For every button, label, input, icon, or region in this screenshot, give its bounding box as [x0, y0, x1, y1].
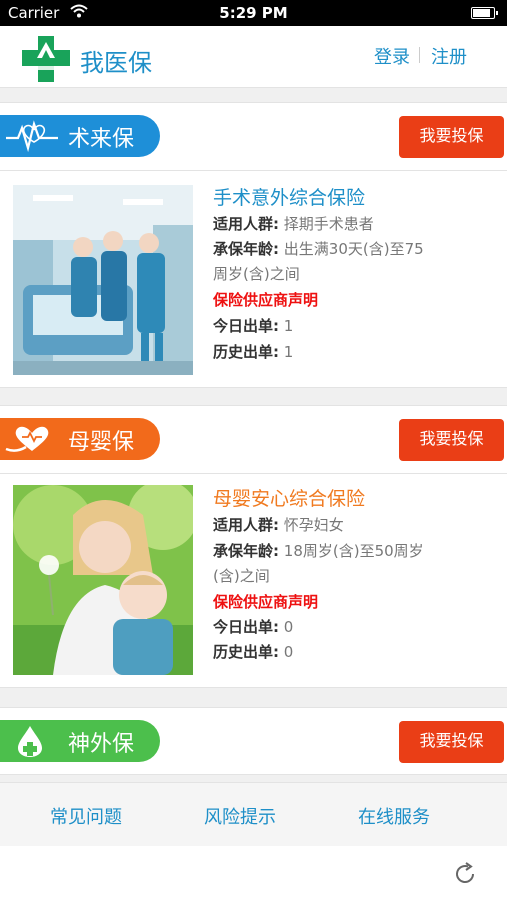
heartbeat-icon	[6, 120, 58, 152]
age-value-line1: 18周岁(含)至50周岁	[283, 542, 424, 560]
today-orders-row: 今日出单: 0	[213, 616, 493, 637]
insurance-card-surgery: 术来保 我要投保 手术意外综合保险 适用人群: 择期手术患者 承保年龄: 出生满…	[0, 102, 507, 388]
category-badge-surgery: 术来保	[0, 115, 160, 157]
today-orders-label: 今日出单:	[213, 618, 279, 636]
insurance-card-maternity: 母婴保 我要投保 母婴安心综合保险 适用人群: 怀孕妇女 承保年龄: 18周岁(…	[0, 405, 507, 688]
app-title: 我医保	[80, 49, 152, 77]
drop-cross-icon	[18, 726, 42, 757]
status-bar: Carrier 5:29 PM	[0, 0, 507, 26]
today-orders-value: 1	[283, 317, 294, 335]
risk-notice-link[interactable]: 风险提示	[204, 803, 276, 829]
buy-button[interactable]: 我要投保	[399, 419, 504, 461]
section-divider	[0, 170, 507, 171]
login-link[interactable]: 登录	[374, 43, 410, 69]
product-image-surgery[interactable]	[13, 185, 193, 375]
age-label: 承保年龄:	[213, 542, 279, 560]
category-badge-maternity: 母婴保	[0, 418, 160, 460]
header-divider	[419, 47, 420, 63]
age-label: 承保年龄:	[213, 240, 279, 258]
category-badge-neurosurgery: 神外保	[0, 720, 160, 762]
category-badge-label: 母婴保	[68, 430, 135, 455]
today-orders-label: 今日出单:	[213, 317, 279, 335]
history-orders-label: 历史出单:	[213, 343, 279, 361]
audience-value: 怀孕妇女	[283, 516, 344, 534]
age-row-cont: 周岁(含)之间	[213, 263, 493, 284]
audience-row: 适用人群: 择期手术患者	[213, 213, 493, 234]
age-value-line2: 周岁(含)之间	[213, 265, 300, 283]
age-value-line1: 出生满30天(含)至75	[283, 240, 424, 258]
history-orders-value: 0	[283, 643, 294, 661]
age-row: 承保年龄: 18周岁(含)至50周岁	[213, 540, 493, 561]
today-orders-row: 今日出单: 1	[213, 315, 493, 336]
history-orders-row: 历史出单: 0	[213, 641, 493, 662]
refresh-icon[interactable]	[452, 861, 478, 887]
today-orders-value: 0	[283, 618, 294, 636]
buy-button[interactable]: 我要投保	[399, 721, 504, 763]
product-name[interactable]: 手术意外综合保险	[213, 183, 365, 210]
provider-notice-link[interactable]: 保险供应商声明	[213, 591, 318, 612]
history-orders-value: 1	[283, 343, 294, 361]
provider-notice-link[interactable]: 保险供应商声明	[213, 289, 318, 310]
age-row-cont: (含)之间	[213, 565, 493, 586]
insurance-card-neurosurgery: 神外保 我要投保	[0, 707, 507, 775]
history-orders-label: 历史出单:	[213, 643, 279, 661]
online-service-link[interactable]: 在线服务	[358, 803, 430, 829]
history-orders-row: 历史出单: 1	[213, 341, 493, 362]
age-row: 承保年龄: 出生满30天(含)至75	[213, 238, 493, 259]
audience-label: 适用人群:	[213, 516, 279, 534]
buy-button[interactable]: 我要投保	[399, 116, 504, 158]
faq-link[interactable]: 常见问题	[50, 803, 122, 829]
footer-nav: 常见问题 风险提示 在线服务	[0, 782, 507, 846]
browser-bottom-bar	[0, 846, 507, 900]
category-badge-label: 神外保	[68, 732, 135, 757]
green-cross-logo-icon	[22, 36, 70, 82]
battery-icon	[471, 7, 498, 19]
app-header: 我医保 登录 注册	[0, 26, 507, 88]
age-value-line2: (含)之间	[213, 567, 270, 585]
clock: 5:29 PM	[219, 4, 288, 22]
audience-value: 择期手术患者	[283, 215, 374, 233]
heart-hand-icon	[5, 426, 49, 452]
audience-row: 适用人群: 怀孕妇女	[213, 514, 493, 535]
product-name[interactable]: 母婴安心综合保险	[213, 484, 365, 511]
section-divider	[0, 473, 507, 474]
product-image-maternity[interactable]	[13, 485, 193, 675]
category-badge-label: 术来保	[68, 127, 135, 152]
audience-label: 适用人群:	[213, 215, 279, 233]
register-link[interactable]: 注册	[431, 43, 467, 69]
